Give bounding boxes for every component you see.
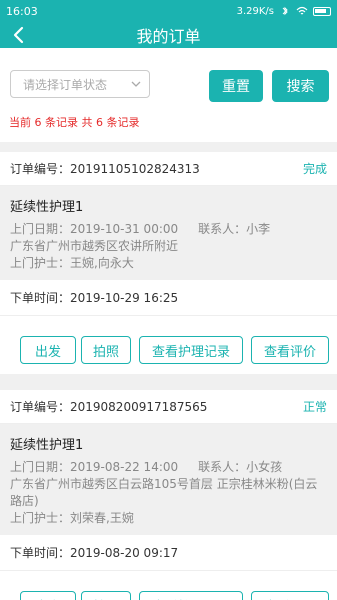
order-detail[interactable]: 延续性护理1 上门日期：2019-10-31 00:00 联系人：小李 广东省广州… — [0, 186, 337, 280]
depart-button[interactable]: 出发 — [20, 336, 76, 364]
status-bar: 16:03 3.29K/s — [0, 0, 337, 22]
visit-date: 上门日期：2019-08-22 14:00 — [10, 460, 179, 474]
card-divider — [0, 380, 337, 390]
network-speed: 3.29K/s — [236, 5, 274, 17]
order-status: 完成 — [302, 162, 327, 176]
back-arrow-icon[interactable] — [10, 25, 30, 45]
search-button[interactable]: 搜索 — [272, 70, 329, 102]
view-care-records-button[interactable]: 查看护理记录 — [139, 591, 243, 600]
wifi-icon — [296, 6, 308, 15]
photo-button[interactable]: 拍照 — [81, 336, 131, 364]
record-count: 当前 6 条记录 共 6 条记录 — [9, 116, 140, 129]
reset-button[interactable]: 重置 — [209, 70, 263, 102]
view-review-button[interactable]: 查看评价 — [251, 591, 329, 600]
order-time: 下单时间：2019-10-29 16:25 — [0, 280, 337, 316]
order-status-select[interactable]: 请选择订单状态 — [10, 70, 150, 98]
order-actions: 出发 拍照 查看护理记录 查看评价 — [0, 571, 337, 600]
bluetooth-icon — [282, 6, 288, 16]
nurse: 上门护士：王婉,向永大 — [10, 256, 134, 270]
select-placeholder: 请选择订单状态 — [23, 77, 108, 92]
address: 广东省广州市越秀区农讲所附近 — [10, 239, 179, 253]
view-review-button[interactable]: 查看评价 — [251, 336, 329, 364]
order-actions: 出发 拍照 查看护理记录 查看评价 — [0, 316, 337, 374]
status-time: 16:03 — [6, 4, 38, 18]
visit-info: 上门日期：2019-08-22 14:00 联系人：小女孩 — [10, 459, 327, 476]
order-number: 订单编号：201908200917187565 — [10, 400, 208, 414]
order-number: 订单编号：20191105102824313 — [10, 162, 200, 176]
order-header: 订单编号：20191105102824313 完成 — [0, 152, 337, 186]
order-header: 订单编号：201908200917187565 正常 — [0, 390, 337, 424]
contact-person: 联系人：小李 — [198, 222, 271, 236]
filter-panel: 请选择订单状态 重置 搜索 当前 6 条记录 共 6 条记录 — [0, 48, 337, 142]
order-card: 订单编号：20191105102824313 完成 延续性护理1 上门日期：20… — [0, 152, 337, 374]
nurse: 上门护士：刘荣春,王婉 — [10, 511, 134, 525]
order-time: 下单时间：2019-08-20 09:17 — [0, 535, 337, 571]
visit-info: 上门日期：2019-10-31 00:00 联系人：小李 — [10, 221, 327, 238]
depart-button[interactable]: 出发 — [20, 591, 76, 600]
order-status: 正常 — [302, 400, 327, 414]
order-detail[interactable]: 延续性护理1 上门日期：2019-08-22 14:00 联系人：小女孩 广东省广… — [0, 424, 337, 535]
photo-button[interactable]: 拍照 — [81, 591, 131, 600]
status-icons: 3.29K/s — [237, 6, 331, 17]
app-bar: 我的订单 — [0, 22, 337, 48]
address: 广东省广州市越秀区白云路105号首层 正宗桂林米粉(白云路店) — [10, 477, 318, 508]
chevron-down-icon — [131, 81, 141, 87]
service-name: 延续性护理1 — [10, 200, 84, 215]
order-card: 订单编号：201908200917187565 正常 延续性护理1 上门日期：2… — [0, 390, 337, 600]
view-care-records-button[interactable]: 查看护理记录 — [139, 336, 243, 364]
visit-date: 上门日期：2019-10-31 00:00 — [10, 222, 179, 236]
contact-person: 联系人：小女孩 — [198, 460, 283, 474]
service-name: 延续性护理1 — [10, 438, 84, 453]
battery-icon — [313, 6, 331, 16]
page-title: 我的订单 — [136, 27, 201, 46]
